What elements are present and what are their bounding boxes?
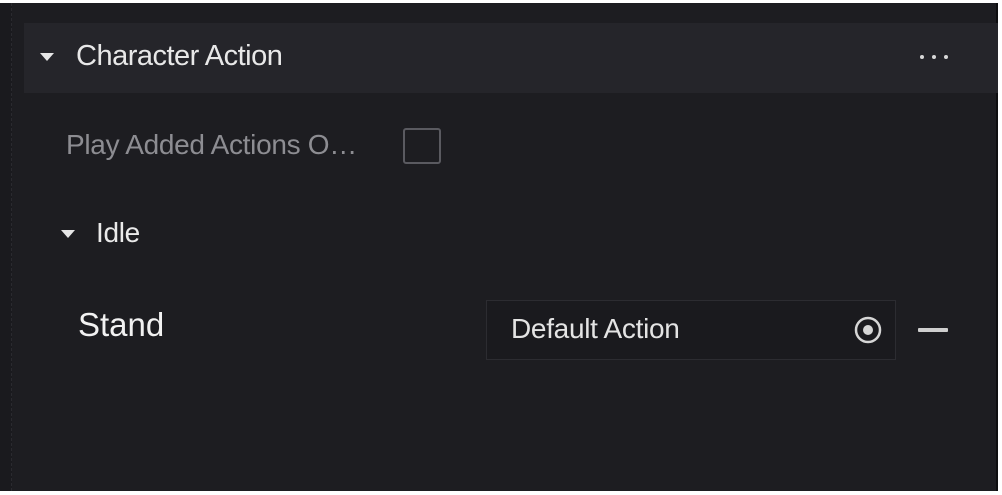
inspector-panel: Character Action Play Added Actions O… I… — [0, 3, 998, 491]
play-added-actions-checkbox[interactable] — [403, 128, 441, 164]
caret-down-icon[interactable] — [61, 230, 75, 238]
stand-action-field[interactable]: Default Action — [486, 300, 896, 360]
more-horizontal-icon[interactable] — [920, 45, 948, 69]
stand-action-value: Default Action — [511, 313, 680, 344]
minus-icon[interactable] — [918, 328, 948, 332]
stand-action-label: Stand — [78, 306, 165, 343]
panel-resize-edge[interactable] — [0, 3, 12, 491]
idle-group-title[interactable]: Idle — [96, 217, 140, 249]
window-frame: Character Action Play Added Actions O… I… — [0, 0, 1002, 495]
play-added-actions-label: Play Added Actions O… — [66, 129, 357, 160]
section-title: Character Action — [76, 40, 283, 72]
target-icon[interactable] — [853, 315, 883, 345]
caret-down-icon[interactable] — [40, 53, 54, 61]
character-action-header[interactable]: Character Action — [24, 23, 998, 93]
